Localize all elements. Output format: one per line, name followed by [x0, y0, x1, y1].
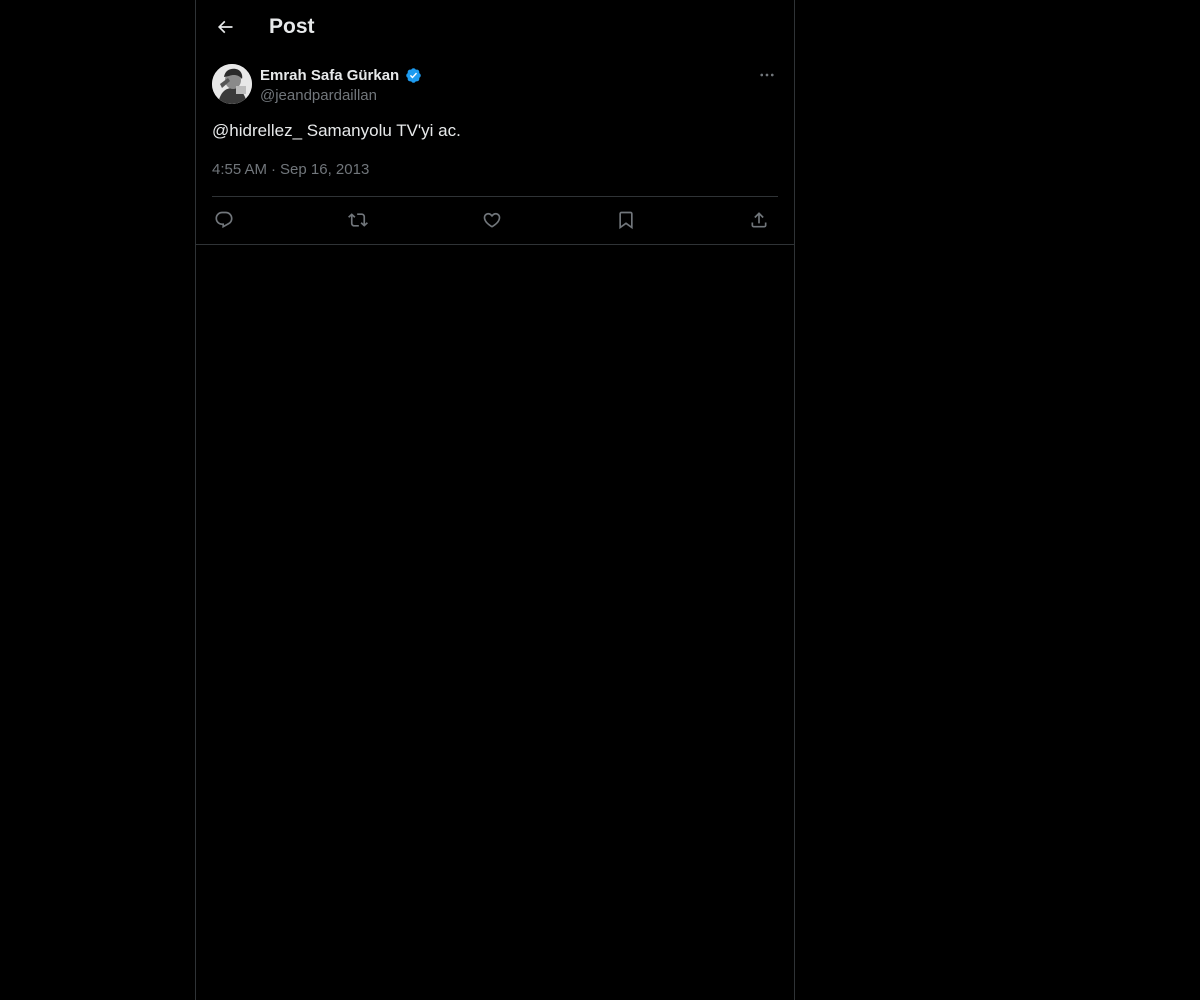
post-time[interactable]: 4:55 AM — [212, 161, 267, 178]
avatar[interactable] — [212, 64, 252, 104]
bookmark-icon — [619, 211, 633, 230]
back-button[interactable] — [208, 10, 242, 44]
main-column: Post Emrah Safa Gürkan @jeandpardaillan — [195, 0, 795, 1000]
post-meta: 4:55 AM · Sep 16, 2013 — [212, 160, 369, 180]
share-button[interactable] — [747, 208, 771, 232]
meta-separator: · — [271, 161, 277, 178]
verified-badge-icon — [406, 68, 421, 83]
repost-icon — [348, 213, 368, 227]
more-horizontal-icon — [760, 73, 774, 77]
more-options-button[interactable] — [756, 64, 778, 86]
heart-icon — [483, 212, 501, 228]
post-date[interactable]: Sep 16, 2013 — [280, 161, 369, 178]
divider — [196, 244, 794, 245]
page-title: Post — [269, 15, 315, 38]
bookmark-button[interactable] — [614, 208, 638, 232]
author-name[interactable]: Emrah Safa Gürkan — [260, 66, 399, 86]
avatar-image — [212, 64, 252, 104]
reply-button[interactable] — [212, 208, 236, 232]
reply-icon — [215, 211, 233, 229]
author-handle[interactable]: @jeandpardaillan — [260, 86, 377, 106]
repost-button[interactable] — [346, 208, 370, 232]
post-header: Post — [196, 0, 794, 53]
post-author-row: Emrah Safa Gürkan @jeandpardaillan — [212, 64, 778, 108]
arrow-left-icon — [217, 20, 233, 34]
post-text: @hidrellez_ Samanyolu TV'yi ac. — [212, 121, 461, 140]
post-actions-bar — [212, 197, 778, 244]
share-icon — [751, 212, 767, 228]
like-button[interactable] — [480, 208, 504, 232]
